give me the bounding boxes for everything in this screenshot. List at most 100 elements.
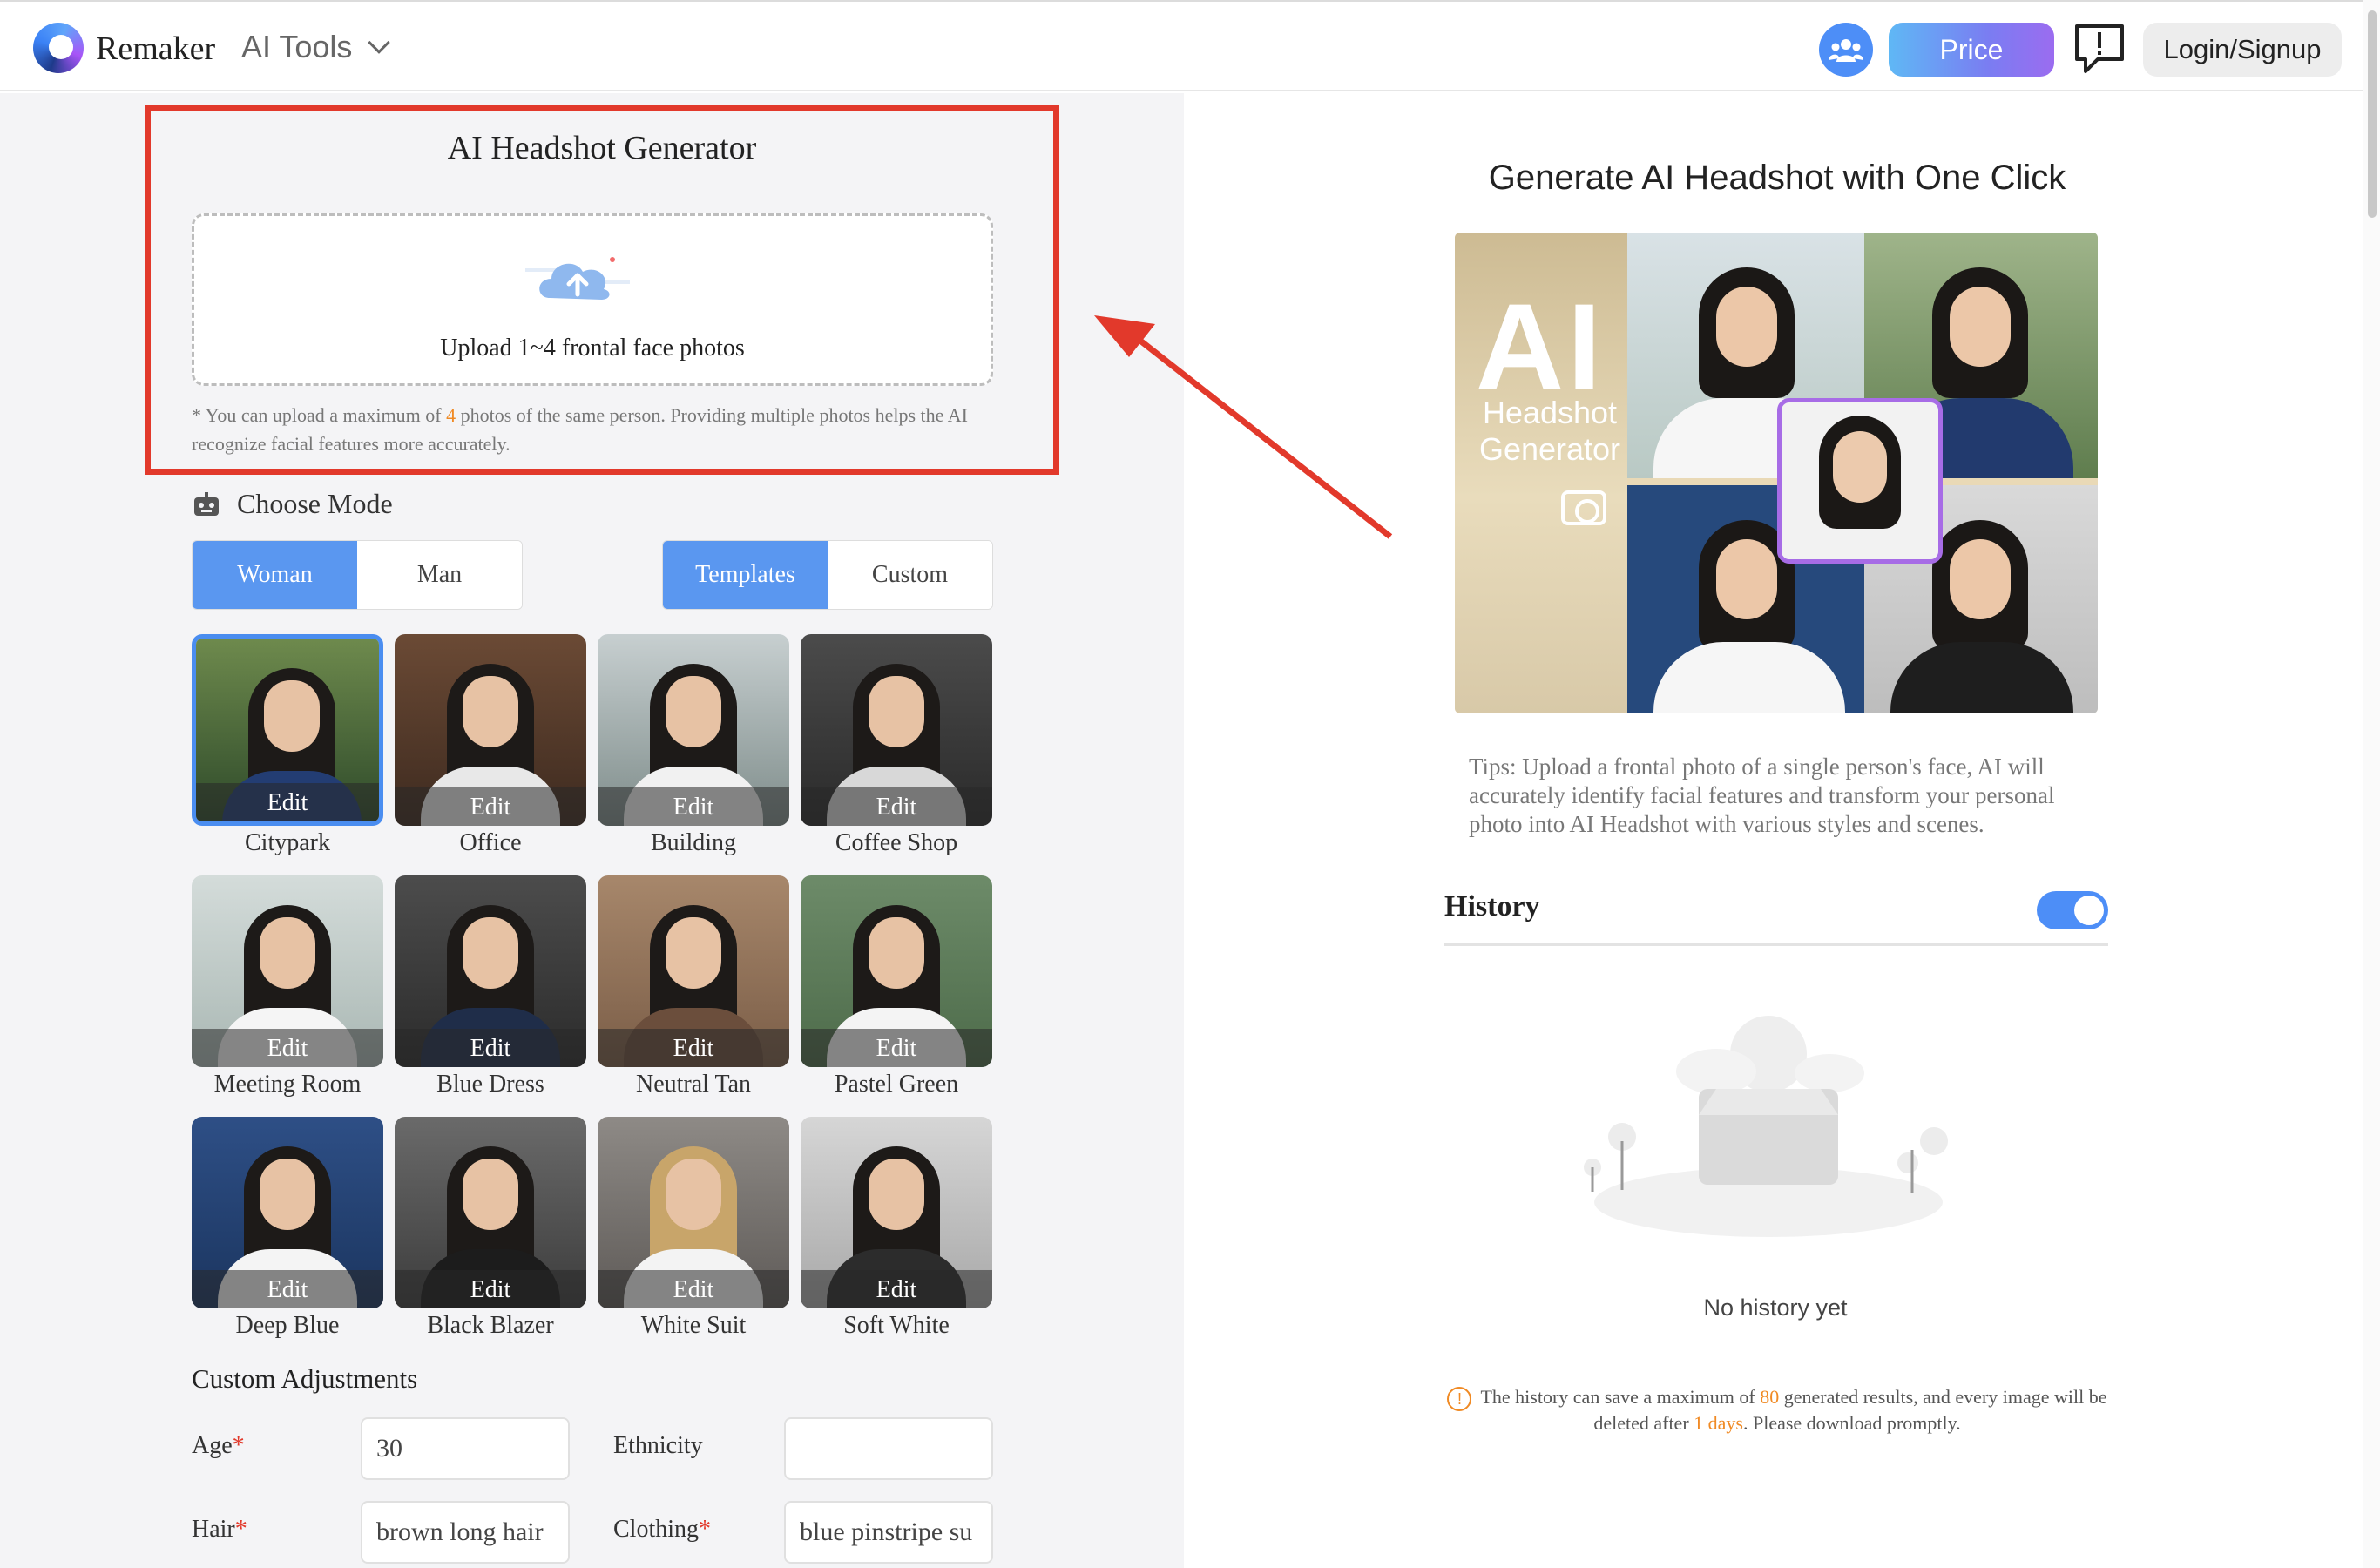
edit-template-button[interactable]: Edit	[192, 1029, 383, 1067]
custom-adjustments-title: Custom Adjustments	[192, 1363, 418, 1394]
history-divider	[1444, 943, 2108, 946]
required-mark: *	[234, 1516, 247, 1543]
age-label-text: Age	[192, 1432, 233, 1459]
template-thumbnail[interactable]: Edit	[192, 875, 383, 1067]
template-thumbnail[interactable]: Edit	[598, 634, 789, 826]
brand-name[interactable]: Remaker	[96, 30, 215, 68]
hero-subtitle-line1: Headshot	[1482, 395, 1618, 430]
edit-template-button[interactable]: Edit	[192, 1270, 383, 1308]
required-mark: *	[232, 1432, 245, 1459]
top-bar: Remaker AI Tools Price Login/Signup	[0, 0, 2380, 91]
template-label: Office	[459, 829, 522, 856]
history-toggle[interactable]	[2037, 891, 2108, 929]
template-card[interactable]: Edit Neutral Tan	[598, 875, 789, 1098]
hero-collage-image: AI Headshot Generator	[1455, 233, 2098, 713]
scrollbar-thumb[interactable]	[2368, 10, 2377, 218]
remaker-logo[interactable]	[33, 23, 84, 73]
hair-input[interactable]	[361, 1501, 570, 1564]
edit-template-button[interactable]: Edit	[801, 1029, 992, 1067]
edit-template-button[interactable]: Edit	[395, 787, 586, 826]
hair-label-text: Hair	[192, 1516, 235, 1543]
ethnicity-label: Ethnicity	[613, 1432, 703, 1459]
clothing-label: Clothing*	[613, 1516, 711, 1544]
right-title: Generate AI Headshot with One Click	[1488, 159, 2066, 197]
age-input[interactable]	[361, 1417, 570, 1480]
template-label: Deep Blue	[235, 1312, 340, 1339]
template-thumbnail[interactable]: Edit	[801, 634, 992, 826]
template-thumbnail[interactable]: Edit	[395, 875, 586, 1067]
edit-template-button[interactable]: Edit	[395, 1029, 586, 1067]
history-title: History	[1444, 890, 1540, 923]
choose-mode-heading: Choose Mode	[192, 488, 393, 520]
feedback-icon[interactable]	[2072, 21, 2127, 77]
template-card[interactable]: Edit Citypark	[192, 634, 383, 857]
template-label: Meeting Room	[213, 1071, 362, 1098]
templates-option[interactable]: Templates	[663, 541, 828, 609]
ai-tools-label: AI Tools	[241, 29, 353, 64]
template-thumbnail[interactable]: Edit	[801, 875, 992, 1067]
template-label: Building	[650, 829, 736, 856]
custom-option[interactable]: Custom	[828, 541, 992, 609]
edit-template-button[interactable]: Edit	[196, 783, 379, 821]
template-label: Citypark	[245, 829, 330, 856]
tips-text: Tips: Upload a frontal photo of a single…	[1469, 754, 2055, 837]
empty-box-illustration	[1584, 1016, 1948, 1237]
highlight-box	[145, 105, 1059, 475]
template-card[interactable]: Edit Pastel Green	[801, 875, 992, 1098]
man-option[interactable]: Man	[357, 541, 522, 609]
template-thumbnail[interactable]: Edit	[598, 1117, 789, 1308]
mode-type-toggle: Templates Custom	[662, 540, 993, 610]
template-thumbnail[interactable]: Edit	[395, 1117, 586, 1308]
template-thumbnail[interactable]: Edit	[395, 634, 586, 826]
limit-days: 1 days	[1694, 1411, 1743, 1434]
ethnicity-input[interactable]	[784, 1417, 993, 1480]
template-label: Black Blazer	[427, 1312, 554, 1339]
edit-template-button[interactable]: Edit	[598, 1029, 789, 1067]
edit-template-button[interactable]: Edit	[801, 1270, 992, 1308]
template-thumbnail[interactable]: Edit	[801, 1117, 992, 1308]
camera-icon	[1561, 490, 1606, 525]
edit-template-button[interactable]: Edit	[598, 787, 789, 826]
gender-toggle: Woman Man	[192, 540, 523, 610]
template-thumbnail[interactable]: Edit	[192, 634, 383, 826]
edit-template-button[interactable]: Edit	[395, 1270, 586, 1308]
clothing-label-text: Clothing	[613, 1516, 700, 1543]
history-limit-note: ! The history can save a maximum of 80 ge…	[1443, 1385, 2112, 1435]
template-card[interactable]: Edit Soft White	[801, 1117, 992, 1340]
template-card[interactable]: Edit Meeting Room	[192, 875, 383, 1098]
ai-tools-menu[interactable]: AI Tools	[241, 29, 391, 65]
choose-mode-label: Choose Mode	[237, 488, 393, 519]
template-card[interactable]: Edit Coffee Shop	[801, 634, 992, 857]
hero-subtitle: Headshot Generator	[1467, 395, 1633, 468]
hair-label: Hair*	[192, 1516, 247, 1544]
template-card[interactable]: Edit Deep Blue	[192, 1117, 383, 1340]
limit-count: 80	[1760, 1386, 1780, 1408]
template-card[interactable]: Edit Office	[395, 634, 586, 857]
limit-suffix: . Please download promptly.	[1742, 1411, 1961, 1434]
template-label: Blue Dress	[436, 1071, 544, 1098]
template-label: Coffee Shop	[835, 829, 958, 856]
template-card[interactable]: Edit Building	[598, 634, 789, 857]
woman-option[interactable]: Woman	[193, 541, 357, 609]
price-button[interactable]: Price	[1889, 23, 2054, 77]
edit-template-button[interactable]: Edit	[801, 787, 992, 826]
template-label: White Suit	[640, 1312, 747, 1339]
hero-subtitle-line2: Generator	[1478, 431, 1621, 467]
login-signup-button[interactable]: Login/Signup	[2143, 23, 2342, 77]
template-label: Soft White	[843, 1312, 950, 1339]
template-thumbnail[interactable]: Edit	[192, 1117, 383, 1308]
template-label: Neutral Tan	[635, 1071, 752, 1098]
clothing-input[interactable]	[784, 1501, 993, 1564]
chevron-down-icon	[368, 31, 391, 54]
template-thumbnail[interactable]: Edit	[598, 875, 789, 1067]
robot-icon	[194, 491, 219, 516]
required-mark: *	[699, 1516, 712, 1543]
page-scrollbar[interactable]	[2363, 0, 2380, 1568]
info-icon: !	[1447, 1386, 1472, 1411]
limit-prefix: The history can save a maximum of	[1480, 1386, 1761, 1408]
edit-template-button[interactable]: Edit	[598, 1270, 789, 1308]
community-icon[interactable]	[1819, 23, 1873, 77]
template-card[interactable]: Edit White Suit	[598, 1117, 789, 1340]
template-card[interactable]: Edit Blue Dress	[395, 875, 586, 1098]
template-card[interactable]: Edit Black Blazer	[395, 1117, 586, 1340]
